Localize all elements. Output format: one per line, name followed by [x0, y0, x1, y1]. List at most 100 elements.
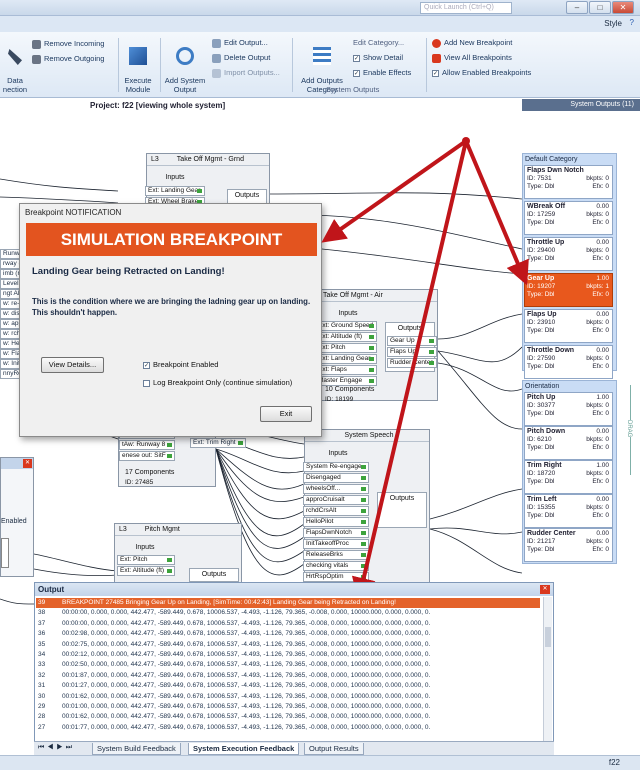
input-port[interactable]: Ext: Landing Gear	[315, 354, 377, 364]
style-menu[interactable]: Style	[604, 19, 622, 28]
input-port[interactable]: Ext: Flaps	[315, 365, 377, 375]
enable-effects-check-icon: ✓	[353, 69, 360, 77]
drag-handle[interactable]: DRAG	[626, 385, 636, 475]
help-icon[interactable]: ?	[630, 18, 634, 27]
row-text: BREAKPOINT 27485 Bringing Gear Up on Lan…	[62, 599, 396, 606]
output-port[interactable]: Flaps Up	[387, 347, 437, 357]
node-component-count: 17 Components	[125, 469, 175, 476]
ribbon-separator	[292, 38, 293, 92]
import-outputs-button[interactable]: Import Outputs...	[212, 68, 280, 78]
card-value: 0.00	[596, 530, 609, 537]
node-pitch-mgmt[interactable]: L3 Pitch Mgmt Inputs Ext: Pitch Ext: Alti…	[114, 523, 242, 583]
card-value: 0.00	[596, 311, 609, 318]
input-port[interactable]: Master Engage	[315, 376, 377, 386]
execute-module-button[interactable]: Execute Module	[120, 38, 156, 94]
enable-effects-checkbox[interactable]: ✓ Enable Effects	[353, 68, 411, 78]
input-port[interactable]: Ext: Pitch	[117, 555, 175, 565]
tab-output-results[interactable]: Output Results	[304, 743, 364, 755]
output-card[interactable]: Flaps Dwn Notch ID: 7531 Type: Dbl bkpts: 0…	[524, 165, 613, 199]
input-port[interactable]: enese out: SitF	[119, 451, 175, 461]
remove-incoming-button[interactable]: Remove Incoming	[32, 39, 104, 49]
output-card[interactable]: Pitch Up ID: 30377 Type: Dbl 1.00 bkpts: 0 Ef…	[524, 392, 613, 426]
output-card[interactable]: Pitch Down ID: 6210 Type: Dbl 0.00 bkpts: 0E…	[524, 426, 613, 460]
card-values: 0.00 bkpts: 0 Efx: 0	[586, 496, 609, 520]
row-text: 00:01:62, 0.000, 0.000, 442.477, -589.44…	[62, 692, 431, 700]
row-text: 00:01:62, 0.000, 0.000, 442.477, -589.44…	[62, 713, 431, 721]
input-port[interactable]: approCruisalt	[303, 495, 369, 505]
breakpoint-enabled-checkbox[interactable]: ✓ Breakpoint Enabled	[143, 360, 218, 369]
output-card[interactable]: Rudder Center ID: 21217 Type: Dbl 0.00 bkpts…	[524, 528, 613, 562]
row-text: 00:00:00, 0.000, 0.000, 442.477, -589.44…	[62, 619, 431, 627]
view-details-button[interactable]: View Details...	[41, 357, 104, 373]
row-text: 00:01:77, 0.000, 0.000, 442.477, -589.44…	[62, 723, 431, 731]
quick-launch-input[interactable]: Quick Launch (Ctrl+Q)	[420, 2, 512, 14]
node-component-count: 10 Components	[325, 386, 375, 393]
output-row: 35 00:02:75, 0.000, 0.000, 442.477, -589.…	[36, 640, 540, 650]
tab-nav-arrows[interactable]: ⏮◀▶⏭	[38, 744, 75, 752]
delete-output-button[interactable]: Delete Output	[212, 53, 270, 63]
node-takeoff-air[interactable]: Take Off Mgmt - Air Inputs Ext: Ground S…	[315, 289, 438, 403]
left-panel-control[interactable]	[1, 538, 9, 568]
data-connection-button[interactable]: Data nection	[0, 40, 30, 94]
input-port[interactable]: Disengaged	[303, 473, 369, 483]
input-port[interactable]: HelloPilot	[303, 517, 369, 527]
node-header: L3 Take Off Mgmt - Grnd	[147, 154, 269, 166]
edit-output-label: Edit Output...	[224, 38, 268, 47]
tab-system-build-feedback[interactable]: System Build Feedback	[92, 743, 181, 755]
node-system-speech[interactable]: System Speech Inputs System Re-engage Di…	[303, 429, 430, 589]
card-values: 1.00 bkpts: 0 Efx: 0	[586, 462, 609, 486]
node-header: Take Off Mgmt - Air	[319, 290, 437, 302]
card-value: 0.00	[596, 347, 609, 354]
close-button[interactable]: ✕	[612, 1, 634, 14]
output-port[interactable]: Rudder Center	[387, 358, 437, 368]
output-port[interactable]: Gear Up	[387, 336, 437, 346]
show-detail-checkbox[interactable]: ✓ Show Detail	[353, 53, 403, 63]
maximize-button[interactable]: □	[589, 1, 611, 14]
output-card[interactable]: WBreak Off ID: 17259 Type: Dbl 0.00 bkpts: 0…	[524, 201, 613, 235]
input-port[interactable]: HrtRspOptim	[303, 572, 369, 582]
card-effects: Efx: 0	[592, 444, 609, 451]
tab-system-execution-feedback[interactable]: System Execution Feedback	[188, 743, 300, 755]
output-card[interactable]: Flaps Up ID: 23910 Type: Dbl 0.00 bkpts: 0 Ef…	[524, 309, 613, 343]
minimize-button[interactable]: –	[566, 1, 588, 14]
remove-incoming-icon	[32, 39, 41, 49]
input-port[interactable]: FlapsDwnNotch	[303, 528, 369, 538]
input-port[interactable]: Ext: Pitch	[315, 343, 377, 353]
inputs-label: Inputs	[165, 174, 185, 181]
remove-incoming-label: Remove Incoming	[44, 39, 105, 48]
edit-output-button[interactable]: Edit Output...	[212, 38, 268, 48]
close-icon[interactable]: ✕	[540, 585, 550, 594]
input-port[interactable]: System Re-engage	[303, 462, 369, 472]
allow-enabled-breakpoints-checkbox[interactable]: ✓ Allow Enabled Breakpoints	[432, 68, 531, 78]
scrollbar-thumb[interactable]	[545, 627, 551, 647]
view-all-breakpoints-button[interactable]: View All Breakpoints	[432, 53, 512, 63]
row-number: 38	[38, 609, 46, 617]
output-card[interactable]: Gear Up ID: 19207 Type: Dbl 1.00 bkpts: 1 Efx…	[524, 273, 613, 307]
exit-button[interactable]: Exit	[260, 406, 312, 422]
add-system-output-button[interactable]: Add System Output	[162, 38, 208, 94]
output-card[interactable]: Throttle Down ID: 27590 Type: Dbl 0.00 bkpts…	[524, 345, 613, 379]
output-card[interactable]: Trim Right ID: 18720 Type: Dbl 1.00 bkpts: 0…	[524, 460, 613, 494]
row-number: 28	[38, 713, 46, 721]
remove-outgoing-button[interactable]: Remove Outgoing	[32, 54, 104, 64]
input-port[interactable]: rchdCrsAlt	[303, 506, 369, 516]
input-port[interactable]: InitTakeoffProc	[303, 539, 369, 549]
output-scrollbar[interactable]	[543, 597, 552, 741]
close-icon[interactable]: ✕	[23, 459, 32, 468]
input-port[interactable]: tAw: Runway 8	[119, 440, 175, 450]
input-port[interactable]: checking vitals	[303, 561, 369, 571]
input-port[interactable]: Ext: Altitude (ft)	[315, 332, 377, 342]
category-icon	[313, 47, 331, 65]
input-port[interactable]: Ext: Ground Speed	[315, 321, 377, 331]
output-card[interactable]: Throttle Up ID: 29400 Type: Dbl 0.00 bkpts: …	[524, 237, 613, 271]
edit-category-button[interactable]: Edit Category...	[353, 38, 404, 48]
output-port[interactable]: Ext: Trim Right	[190, 438, 246, 448]
input-port[interactable]: wheelsOff...	[303, 484, 369, 494]
output-card[interactable]: Trim Left ID: 15355 Type: Dbl 0.00 bkpts: 0E…	[524, 494, 613, 528]
input-port[interactable]: ReleaseBrks	[303, 550, 369, 560]
input-port[interactable]: Ext: Landing Gear	[145, 186, 205, 196]
log-only-checkbox[interactable]: Log Breakpoint Only (continue simulation…	[143, 378, 292, 387]
input-port[interactable]: Ext: Altitude (ft)	[117, 566, 175, 576]
row-number: 31	[38, 682, 46, 690]
add-new-breakpoint-button[interactable]: Add New Breakpoint	[432, 38, 512, 48]
